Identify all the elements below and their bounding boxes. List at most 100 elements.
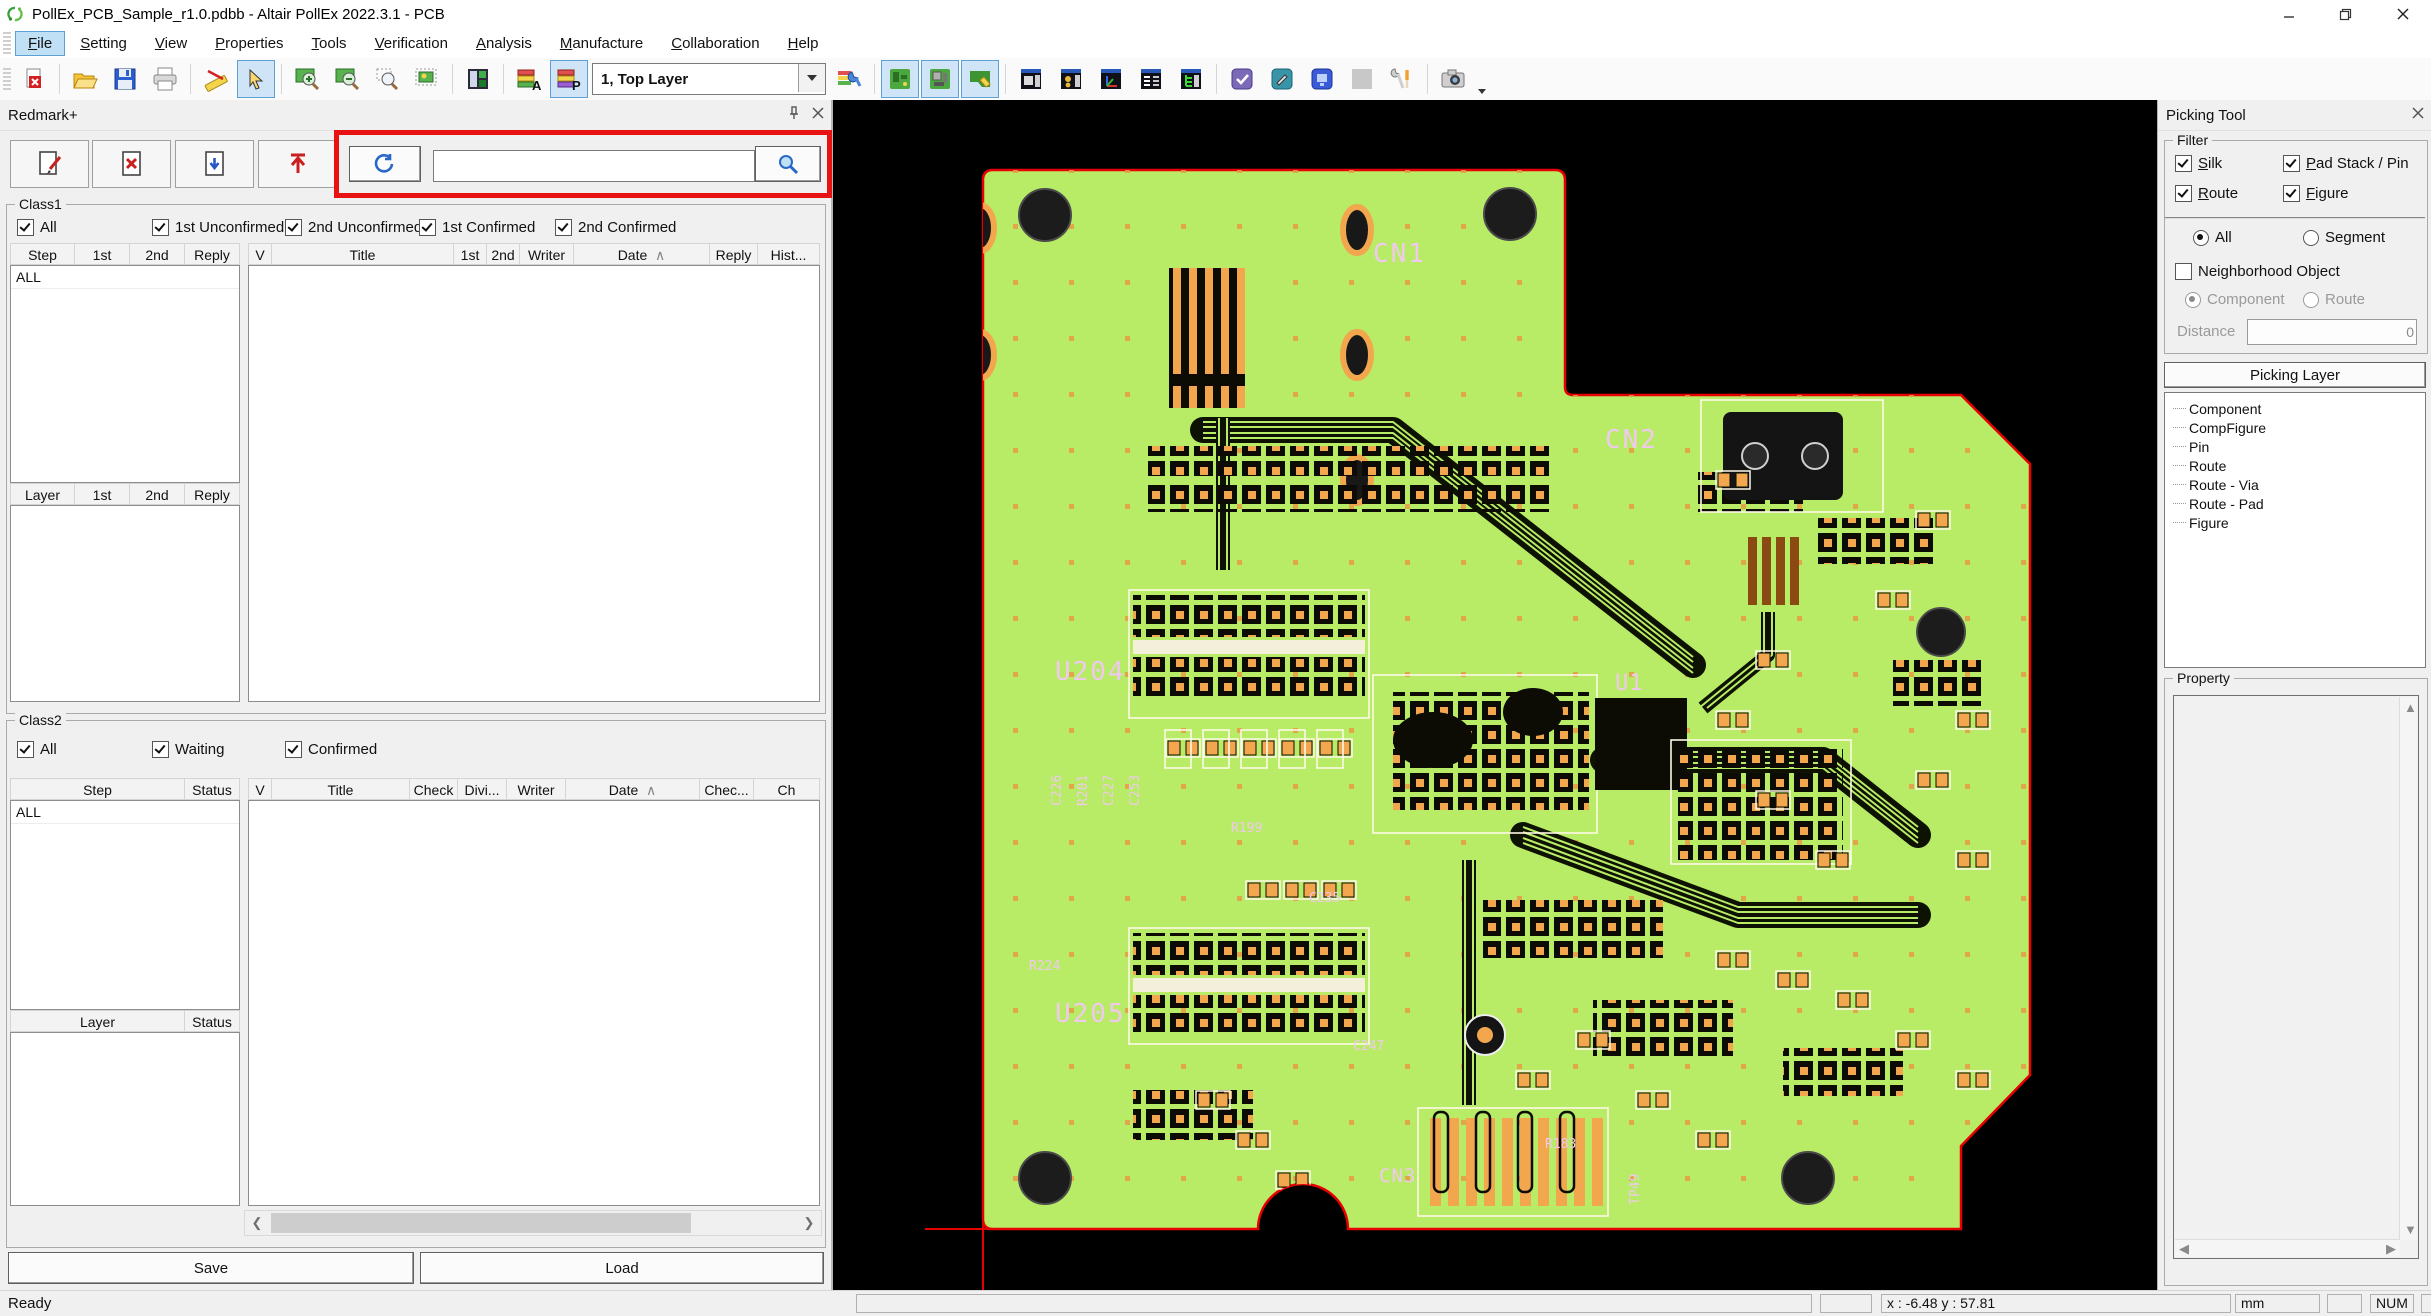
- pin-viewer-button[interactable]: [1052, 60, 1090, 98]
- class2-horizontal-scrollbar[interactable]: ❮ ❯: [244, 1210, 822, 1236]
- class2-step-table[interactable]: ALL: [10, 800, 240, 1010]
- menu-view[interactable]: View: [143, 32, 199, 55]
- col-title[interactable]: Title: [272, 778, 410, 800]
- close-button[interactable]: [2374, 0, 2431, 28]
- toolbar-grip[interactable]: [3, 68, 11, 90]
- capture-button[interactable]: [1434, 60, 1472, 98]
- menu-file[interactable]: File: [16, 32, 64, 55]
- col-division[interactable]: Divi...: [458, 778, 507, 800]
- col-check2[interactable]: Ch: [754, 778, 820, 800]
- component-viewer-button[interactable]: [1012, 60, 1050, 98]
- picking-layer-button[interactable]: Picking Layer: [2164, 362, 2426, 388]
- scope-radio-segment[interactable]: Segment: [2303, 229, 2385, 246]
- layer-stack-a-button[interactable]: A: [510, 60, 548, 98]
- board-paint-button[interactable]: [961, 60, 999, 98]
- search-button[interactable]: [755, 146, 821, 182]
- save-button[interactable]: Save: [8, 1252, 414, 1284]
- search-input[interactable]: [433, 150, 755, 182]
- tree-item-component[interactable]: Component: [2173, 399, 2425, 418]
- menubar-grip[interactable]: [3, 32, 11, 54]
- neighborhood-checkbox[interactable]: Neighborhood Object: [2175, 263, 2340, 280]
- redmark-import-button[interactable]: [175, 140, 254, 188]
- pin-icon[interactable]: [787, 106, 801, 120]
- layer-combo-arrow[interactable]: [798, 64, 825, 92]
- restore-button[interactable]: [2317, 0, 2374, 28]
- col-status[interactable]: Status: [185, 1010, 240, 1032]
- tree-item-route[interactable]: Route: [2173, 456, 2425, 475]
- scroll-left-arrow[interactable]: ❮: [245, 1211, 269, 1235]
- tree-viewer-button[interactable]: [1172, 60, 1210, 98]
- redmark-new-button[interactable]: [10, 140, 89, 188]
- col-history[interactable]: Hist...: [758, 243, 820, 265]
- class2-main-table[interactable]: [248, 800, 820, 1206]
- col-1st[interactable]: 1st: [454, 243, 487, 265]
- verify-check-button[interactable]: [1223, 60, 1261, 98]
- scrollbar-thumb[interactable]: [271, 1213, 691, 1233]
- layer-combo[interactable]: 1, Top Layer: [592, 63, 826, 95]
- class1-checkbox-2nd-confirmed[interactable]: 2nd Confirmed: [555, 219, 676, 236]
- col-date[interactable]: Date ∧: [566, 778, 700, 800]
- menu-verification[interactable]: Verification: [363, 32, 460, 55]
- col-step[interactable]: Step: [10, 243, 75, 265]
- property-horizontal-scrollbar[interactable]: ◀ ▶: [2175, 1239, 2400, 1257]
- zoom-out-button[interactable]: [328, 60, 366, 98]
- axis-viewer-button[interactable]: [1092, 60, 1130, 98]
- col-1st[interactable]: 1st: [75, 483, 130, 505]
- tree-item-route-via[interactable]: Route - Via: [2173, 475, 2425, 494]
- filter-checkbox-figure[interactable]: Figure: [2283, 185, 2349, 202]
- scroll-right-arrow[interactable]: ▶: [2386, 1242, 2396, 1255]
- menu-collaboration[interactable]: Collaboration: [659, 32, 771, 55]
- table-row[interactable]: ALL: [11, 801, 239, 824]
- col-reply[interactable]: Reply: [185, 483, 240, 505]
- class2-checkbox-waiting[interactable]: Waiting: [152, 741, 224, 758]
- minimize-button[interactable]: [2260, 0, 2317, 28]
- options-tools-button[interactable]: [1383, 60, 1421, 98]
- filter-checkbox-padstack[interactable]: Pad Stack / Pin: [2283, 155, 2409, 172]
- col-check[interactable]: Check: [410, 778, 458, 800]
- zoom-in-button[interactable]: [288, 60, 326, 98]
- filter-checkbox-route[interactable]: Route: [2175, 185, 2238, 202]
- col-v[interactable]: V: [248, 243, 272, 265]
- save-button[interactable]: [106, 60, 144, 98]
- col-status[interactable]: Status: [185, 778, 240, 800]
- col-reply[interactable]: Reply: [710, 243, 758, 265]
- col-title[interactable]: Title: [272, 243, 454, 265]
- filter-checkbox-silk[interactable]: Silk: [2175, 155, 2222, 172]
- open-button[interactable]: [66, 60, 104, 98]
- board-view-button[interactable]: [881, 60, 919, 98]
- exit-document-button[interactable]: [15, 60, 53, 98]
- col-checker[interactable]: Chec...: [700, 778, 754, 800]
- zoom-fit-button[interactable]: [408, 60, 446, 98]
- distance-input[interactable]: [2247, 319, 2417, 345]
- zoom-window-button[interactable]: [368, 60, 406, 98]
- tree-item-route-pad[interactable]: Route - Pad: [2173, 494, 2425, 513]
- measure-button[interactable]: [197, 60, 235, 98]
- class2-layer-table[interactable]: [10, 1032, 240, 1206]
- select-cursor-button[interactable]: [237, 60, 275, 98]
- col-2nd[interactable]: 2nd: [130, 243, 185, 265]
- col-v[interactable]: V: [248, 778, 272, 800]
- scroll-left-arrow[interactable]: ◀: [2179, 1242, 2189, 1255]
- layer-stack-p-button[interactable]: P: [550, 60, 588, 98]
- menu-setting[interactable]: Setting: [68, 32, 139, 55]
- scope-radio-all[interactable]: All: [2193, 229, 2232, 246]
- col-2nd[interactable]: 2nd: [487, 243, 520, 265]
- col-writer[interactable]: Writer: [507, 778, 566, 800]
- status-resize-grip[interactable]: [2421, 1294, 2431, 1313]
- col-layer[interactable]: Layer: [10, 1010, 185, 1032]
- col-step[interactable]: Step: [10, 778, 185, 800]
- menu-properties[interactable]: Properties: [203, 32, 295, 55]
- screen-tool-button[interactable]: [1303, 60, 1341, 98]
- print-button[interactable]: [146, 60, 184, 98]
- menu-analysis[interactable]: Analysis: [464, 32, 544, 55]
- load-button[interactable]: Load: [420, 1252, 824, 1284]
- toolbar-overflow-button[interactable]: [1473, 58, 1491, 100]
- close-panel-icon[interactable]: [811, 106, 825, 120]
- col-layer[interactable]: Layer: [10, 483, 75, 505]
- scroll-down-arrow[interactable]: ▼: [2404, 1223, 2417, 1236]
- list-viewer-button[interactable]: [1132, 60, 1170, 98]
- col-writer[interactable]: Writer: [520, 243, 574, 265]
- class1-step-table[interactable]: ALL: [10, 265, 240, 483]
- tree-item-figure[interactable]: Figure: [2173, 513, 2425, 532]
- class1-checkbox-1st-unconfirmed[interactable]: 1st Unconfirmed: [152, 219, 284, 236]
